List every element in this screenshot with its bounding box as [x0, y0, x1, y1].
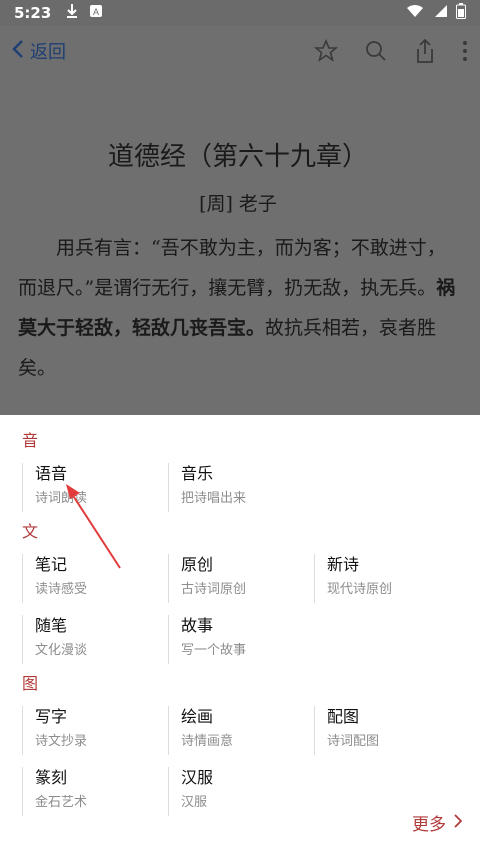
option-subtitle: 诗文抄录 — [35, 734, 88, 749]
status-left-icons: A — [65, 3, 103, 23]
app-actions — [314, 38, 468, 64]
option-calligraphy[interactable]: 写字 诗文抄录 — [22, 706, 168, 755]
option-title: 汉服 — [181, 768, 214, 787]
option-painting[interactable]: 绘画 诗情画意 — [168, 706, 314, 755]
option-seal-carving[interactable]: 篆刻 金石艺术 — [22, 767, 168, 816]
option-subtitle: 现代诗原创 — [327, 582, 393, 597]
notification-icon: A — [89, 4, 103, 22]
more-button[interactable]: 更多 — [412, 810, 463, 835]
option-subtitle: 金石艺术 — [35, 795, 88, 810]
option-title: 随笔 — [35, 616, 68, 635]
option-subtitle: 诗词朗读 — [35, 491, 88, 506]
svg-text:A: A — [93, 7, 99, 17]
section-grid-audio: 语音 诗词朗读 音乐 把诗唱出来 — [22, 453, 480, 514]
poem-body-part1: 用兵有言：“吾不敢为主，而为客；不敢进寸，而退尺。”是谓行无行，攘无臂，扔无敌，… — [18, 237, 446, 299]
app-bar: 返回 — [0, 26, 480, 76]
more-label: 更多 — [412, 815, 446, 835]
wifi-icon — [406, 4, 424, 22]
option-notes[interactable]: 笔记 读诗感受 — [22, 554, 168, 603]
option-title: 绘画 — [181, 707, 214, 726]
back-label: 返回 — [30, 42, 66, 63]
section-header-text: 文 — [22, 522, 39, 541]
signal-icon — [432, 4, 448, 22]
option-title: 笔记 — [35, 555, 68, 574]
option-subtitle: 诗词配图 — [327, 734, 380, 749]
option-title: 音乐 — [181, 464, 214, 483]
section-header-audio: 音 — [22, 431, 39, 450]
option-subtitle: 汉服 — [181, 795, 208, 810]
option-essay[interactable]: 随笔 文化漫谈 — [22, 615, 168, 664]
status-time: 5:23 — [14, 4, 52, 22]
search-icon[interactable] — [364, 39, 388, 63]
chevron-right-icon — [454, 813, 463, 833]
poem-body: 用兵有言：“吾不敢为主，而为客；不敢进寸，而退尺。”是谓行无行，攘无臂，扔无敌，… — [18, 228, 458, 388]
option-hanfu[interactable]: 汉服 汉服 — [168, 767, 314, 816]
status-bar: 5:23 A — [0, 0, 480, 26]
option-subtitle: 诗情画意 — [181, 734, 234, 749]
option-subtitle: 读诗感受 — [35, 582, 88, 597]
poem-title: 道德经（第六十九章） — [107, 142, 368, 172]
option-new-poem[interactable]: 新诗 现代诗原创 — [314, 554, 460, 603]
option-title: 新诗 — [327, 555, 360, 574]
share-icon[interactable] — [414, 38, 436, 64]
option-voice[interactable]: 语音 诗词朗读 — [22, 463, 168, 512]
option-subtitle: 把诗唱出来 — [181, 491, 247, 506]
option-subtitle: 文化漫谈 — [35, 643, 88, 658]
option-story[interactable]: 故事 写一个故事 — [168, 615, 314, 664]
option-illustration[interactable]: 配图 诗词配图 — [314, 706, 460, 755]
back-button[interactable]: 返回 — [12, 38, 66, 64]
option-title: 故事 — [181, 616, 214, 635]
section-header-image: 图 — [22, 674, 39, 693]
star-icon[interactable] — [314, 39, 338, 63]
chevron-left-icon — [12, 39, 24, 64]
download-icon — [65, 3, 79, 23]
option-original[interactable]: 原创 古诗词原创 — [168, 554, 314, 603]
more-vertical-icon[interactable] — [462, 40, 468, 62]
option-title: 语音 — [35, 464, 68, 483]
poem-author: [周] 老子 — [199, 193, 277, 215]
option-title: 配图 — [327, 707, 360, 726]
poem-content: 道德经（第六十九章） [周] 老子 用兵有言：“吾不敢为主，而为客；不敢进寸，而… — [0, 76, 480, 415]
option-title: 原创 — [181, 555, 214, 574]
status-right-icons — [406, 3, 466, 23]
battery-icon — [456, 3, 466, 23]
section-grid-text: 笔记 读诗感受 原创 古诗词原创 新诗 现代诗原创 随笔 文化漫谈 故事 写一个… — [22, 544, 480, 666]
option-title: 篆刻 — [35, 768, 68, 787]
option-music[interactable]: 音乐 把诗唱出来 — [168, 463, 314, 512]
create-sheet: 音 语音 诗词朗读 音乐 把诗唱出来 文 笔记 读诗感受 原创 古诗词原创 新诗… — [0, 415, 480, 855]
option-title: 写字 — [35, 707, 68, 726]
option-subtitle: 写一个故事 — [181, 643, 247, 658]
section-grid-image: 写字 诗文抄录 绘画 诗情画意 配图 诗词配图 篆刻 金石艺术 汉服 汉服 — [22, 696, 480, 818]
option-subtitle: 古诗词原创 — [181, 582, 247, 597]
